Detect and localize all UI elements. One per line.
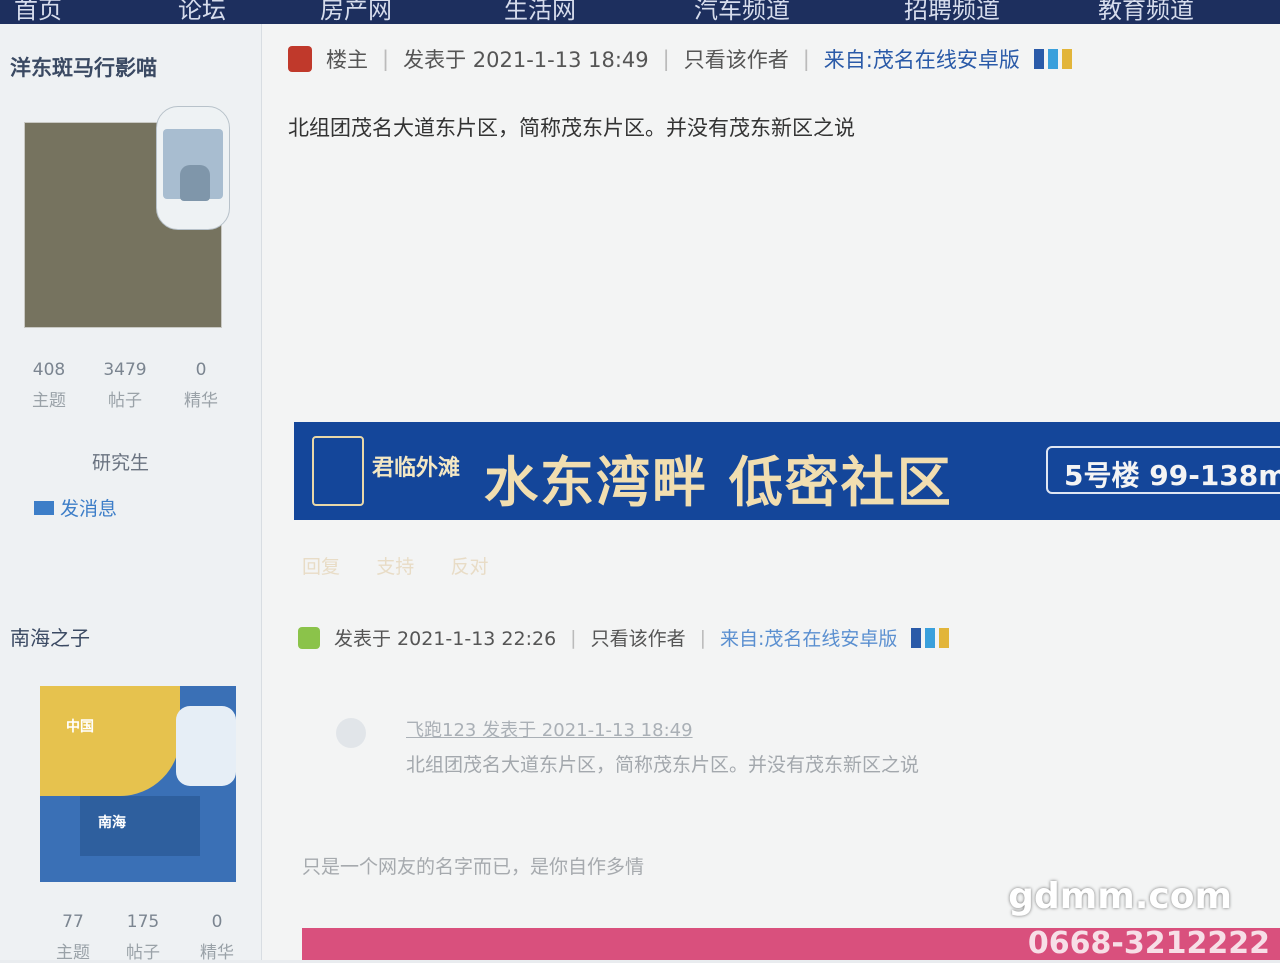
post2-avatar[interactable]: 中国 南海 [40, 686, 236, 882]
oppose-action[interactable]: 反对 [451, 556, 489, 578]
post1-meta-bar: 楼主 | 发表于 2021-1-13 18:49 | 只看该作者 | 来自:茂名… [288, 44, 1072, 74]
app-logo-icon [1033, 49, 1072, 69]
stat-digest[interactable]: 0 精华 [166, 360, 236, 411]
quote-body: 北组团茂名大道东片区，简称茂东片区。并没有茂东新区之说 [406, 754, 920, 776]
nav-item-car[interactable]: 汽车频道 [694, 0, 790, 25]
quote-icon [336, 718, 366, 748]
post2-author-name[interactable]: 南海之子 [10, 622, 90, 651]
nav-item-edu[interactable]: 教育频道 [1098, 0, 1194, 25]
stat-topics[interactable]: 77 主题 [38, 912, 108, 963]
post-content-area: 楼主 | 发表于 2021-1-13 18:49 | 只看该作者 | 来自:茂名… [262, 24, 1280, 960]
source-link[interactable]: 来自:茂名在线安卓版 [824, 44, 1020, 74]
reply-action[interactable]: 回复 [302, 556, 340, 578]
nav-item-house[interactable]: 房产网 [320, 0, 392, 25]
banner-phone: 0668-3212222 [1027, 928, 1270, 960]
only-author-link[interactable]: 只看该作者 [684, 44, 789, 74]
building-logo-icon [312, 436, 364, 506]
download-icon [298, 626, 320, 649]
source-link[interactable]: 来自:茂名在线安卓版 [720, 624, 897, 651]
site-watermark: gdmm.com [1008, 876, 1232, 917]
user-icon [288, 46, 312, 72]
banner-slogan: 水东湾畔 低密社区 [484, 451, 953, 514]
post1-user-rank: 研究生 [92, 452, 150, 474]
user-sidebar: 洋东斑马行影喵 408 主题 3479 帖子 0 精华 研究生 发消息 南海之子… [0, 24, 262, 963]
stat-posts[interactable]: 175 帖子 [108, 912, 178, 963]
quote-header[interactable]: 飞跑123 发表于 2021-1-13 18:49 [406, 716, 1012, 742]
post2-meta-bar: 发表于 2021-1-13 22:26 | 只看该作者 | 来自:茂名在线安卓版 [298, 624, 950, 651]
post1-body: 北组团茂名大道东片区，简称茂东片区。并没有茂东新区之说 [288, 116, 855, 140]
top-nav: 首页 论坛 房产网 生活网 汽车频道 招聘频道 教育频道 [0, 0, 1280, 24]
only-author-link[interactable]: 只看该作者 [591, 624, 686, 651]
android-phone-icon [156, 106, 230, 230]
post-time: 发表于 2021-1-13 22:26 [334, 628, 557, 650]
support-action[interactable]: 支持 [376, 556, 414, 578]
stat-topics[interactable]: 408 主题 [14, 360, 84, 411]
post-actions: 回复 支持 反对 [302, 552, 489, 579]
banner-spec: 5号楼 99-138m [1046, 446, 1280, 494]
app-logo-icon [911, 627, 950, 648]
post-time: 发表于 2021-1-13 18:49 [403, 48, 649, 72]
floor-label: 楼主 [326, 48, 368, 72]
nav-item-jobs[interactable]: 招聘频道 [904, 0, 1000, 25]
nav-item-forum[interactable]: 论坛 [178, 0, 226, 25]
nav-item-home[interactable]: 首页 [14, 0, 62, 25]
banner-brand: 君临外滩 [372, 456, 461, 481]
footer-ad-banner[interactable]: 0668-3212222 [302, 928, 1280, 960]
stat-digest[interactable]: 0 精华 [182, 912, 252, 963]
quote-block: 飞跑123 发表于 2021-1-13 18:49 北组团茂名大道东片区，简称茂… [336, 716, 1012, 777]
envelope-icon [34, 500, 54, 515]
post1-author-name[interactable]: 洋东斑马行影喵 [10, 52, 157, 82]
nav-item-life[interactable]: 生活网 [504, 0, 576, 25]
post2-body: 只是一个网友的名字而已，是你自作多情 [302, 856, 645, 878]
stat-posts[interactable]: 3479 帖子 [90, 360, 160, 411]
send-message-link[interactable]: 发消息 [34, 494, 117, 521]
ad-banner[interactable]: 君临外滩 水东湾畔 低密社区 5号楼 99-138m [294, 422, 1280, 520]
